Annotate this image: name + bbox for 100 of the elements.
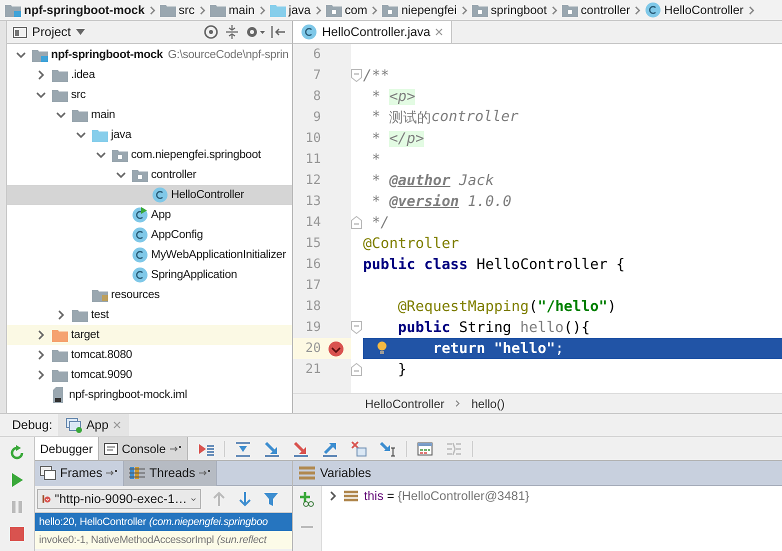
breakpoint-icon[interactable] [328, 340, 344, 356]
folder-icon [160, 3, 176, 17]
tree-item[interactable]: com.niepengfei.springboot [7, 145, 292, 165]
tree-item[interactable]: controller [7, 165, 292, 185]
class-icon [301, 24, 317, 40]
panel-title[interactable]: Project [32, 25, 71, 39]
frames-icon [40, 466, 56, 480]
tree-item[interactable]: npf-springboot-mock.iml [7, 385, 292, 405]
run-to-cursor-icon[interactable] [380, 440, 396, 456]
runnable-class-icon [132, 207, 148, 223]
tree-item[interactable]: main [7, 105, 292, 125]
line-number: 15 [304, 236, 321, 251]
chevron-icon [633, 6, 642, 14]
console-icon [104, 442, 118, 454]
file-icon [52, 387, 66, 403]
breadcrumb-item[interactable]: HelloController [365, 396, 444, 410]
frames-tab[interactable]: Threads [124, 461, 218, 486]
down-arrow-icon[interactable] [237, 491, 253, 507]
drop-frame-icon[interactable] [350, 440, 367, 456]
variable-item[interactable]: this = {HelloController@3481} [322, 486, 530, 506]
breadcrumb-item[interactable]: hello() [471, 396, 505, 410]
evaluate-icon[interactable] [416, 440, 433, 456]
close-icon[interactable] [435, 28, 444, 36]
tree-item[interactable]: tomcat.8080 [7, 345, 292, 365]
tree-item[interactable]: target [7, 325, 292, 345]
thread-dropdown[interactable]: "http-nio-9090-exec-1… [37, 489, 201, 509]
frame-item[interactable]: hello:20, HelloController (com.niepengfei.springboo [35, 513, 292, 531]
line-number: 10 [304, 131, 321, 146]
breadcrumb-item[interactable]: springboot [468, 3, 550, 17]
breadcrumb-item[interactable]: controller [558, 3, 634, 17]
fold-icon[interactable] [351, 69, 362, 82]
tree-item[interactable]: tomcat.9090 [7, 365, 292, 385]
tree-label: App [151, 209, 171, 221]
resume-icon[interactable] [9, 472, 25, 488]
force-step-into-icon[interactable] [292, 440, 309, 456]
breadcrumb-item[interactable]: niepengfei [379, 3, 460, 17]
tree-item[interactable]: .idea [7, 65, 292, 85]
breadcrumb-item[interactable]: com [322, 3, 370, 17]
add-watch-icon[interactable] [299, 491, 315, 507]
frame-item[interactable]: invoke0:-1, NativeMethodAccessorImpl (sun.reflect [35, 531, 292, 549]
locate-icon[interactable] [203, 24, 219, 40]
dropdown-caret-icon[interactable] [76, 29, 85, 35]
class-icon [132, 267, 148, 283]
folder-icon [72, 308, 88, 322]
tree-label: tomcat.8080 [71, 349, 132, 361]
pin-icon[interactable] [170, 444, 182, 452]
tree-item[interactable]: resources [7, 285, 292, 305]
code-line: * @version 1.0.0 [372, 194, 512, 210]
session-tab[interactable]: App [58, 414, 129, 436]
tree-item[interactable]: App [7, 205, 292, 225]
line-number: 21 [304, 362, 321, 377]
breadcrumb-item[interactable]: npf-springboot-mock [2, 3, 148, 17]
stop-icon[interactable] [9, 526, 25, 542]
fold-icon[interactable] [351, 216, 362, 229]
collapse-all-icon[interactable] [224, 24, 240, 40]
lightbulb-icon[interactable] [377, 341, 387, 355]
filter-icon[interactable] [263, 491, 279, 507]
tree-item[interactable]: AppConfig [7, 225, 292, 245]
variables-icon [299, 466, 315, 480]
step-out-icon[interactable] [322, 440, 338, 456]
threads-icon [129, 466, 146, 480]
breadcrumb-item[interactable]: main [206, 3, 258, 17]
tree-item[interactable]: HelloController [7, 185, 292, 205]
module-folder-icon [32, 48, 48, 62]
pin-icon[interactable] [106, 469, 118, 477]
line-number: 17 [304, 278, 321, 293]
tree-item[interactable]: test [7, 305, 292, 325]
tree-item[interactable]: npf-springboot-mock G:\sourceCode\npf-sprin [7, 45, 292, 65]
package-folder-icon [112, 148, 128, 162]
tree-item[interactable]: java [7, 125, 292, 145]
line-number: 7 [312, 68, 321, 83]
tree-label: tomcat.9090 [71, 369, 132, 381]
step-into-icon[interactable] [264, 440, 280, 456]
rerun-icon[interactable] [9, 445, 25, 461]
settings-icon[interactable] [245, 24, 265, 40]
debugger-tab[interactable]: Debugger [35, 437, 99, 460]
hide-panel-icon[interactable] [270, 24, 286, 40]
breadcrumb-item[interactable]: src [156, 3, 198, 17]
folder-icon [92, 128, 108, 142]
folder-icon [270, 3, 286, 17]
breadcrumb-item[interactable]: HelloController [642, 2, 747, 18]
class-icon [132, 247, 148, 263]
tree-item[interactable]: SpringApplication [7, 265, 292, 285]
chevron-icon [746, 6, 756, 14]
chevron-icon [370, 6, 380, 14]
chevron-icon [314, 6, 323, 14]
tree-item[interactable]: src [7, 85, 292, 105]
step-over-icon[interactable] [234, 440, 251, 456]
tree-label: src [71, 89, 86, 101]
editor-tab[interactable]: HelloController.java [293, 21, 452, 43]
frames-tab[interactable]: Frames [35, 461, 124, 486]
fold-icon[interactable] [351, 321, 362, 334]
pin-icon[interactable] [199, 469, 212, 477]
tree-item[interactable]: MyWebApplicationInitializer [7, 245, 292, 265]
line-number: 12 [304, 173, 321, 188]
breadcrumb-item[interactable]: java [266, 3, 314, 17]
code-line: * [372, 152, 380, 168]
fold-icon[interactable] [351, 363, 362, 376]
code-line: /** [363, 68, 390, 84]
debugger-tab[interactable]: Console [98, 437, 188, 460]
